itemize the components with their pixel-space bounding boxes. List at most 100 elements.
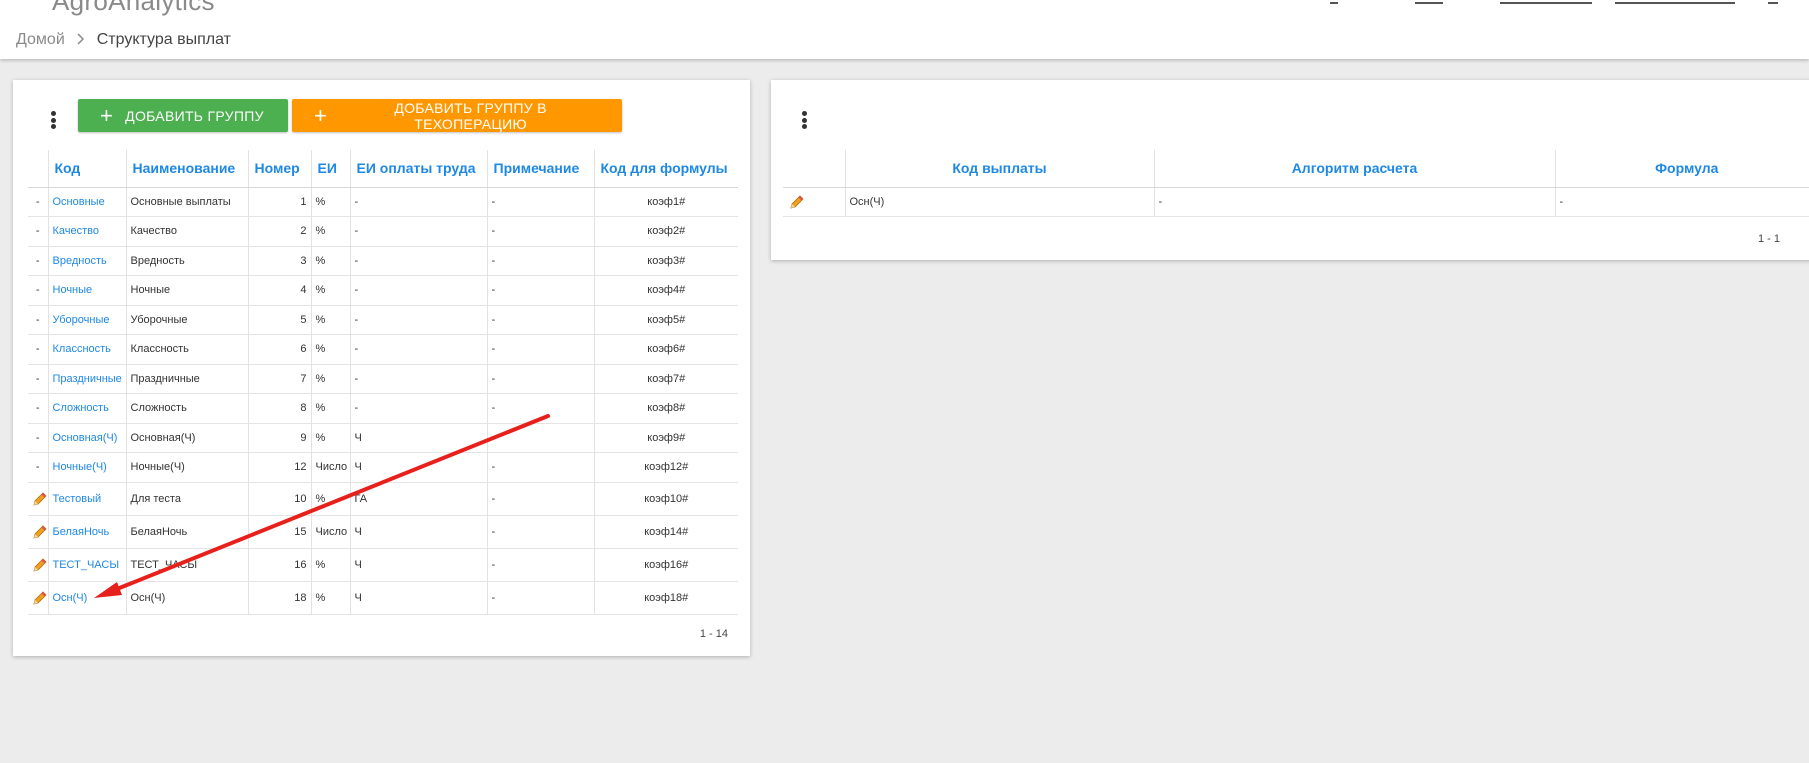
formula-code-cell: коэф2# (593, 216, 738, 247)
formula-code-cell: коэф4# (593, 275, 738, 306)
unit-cell: % (310, 364, 350, 394)
code-cell: Праздничные (47, 364, 126, 394)
note-cell: - (486, 246, 594, 276)
code-link[interactable]: Праздничные (53, 373, 122, 385)
table-row[interactable]: - Ночные Ночные 4% - - коэф4# (28, 275, 738, 306)
code-link[interactable]: Классность (53, 343, 111, 355)
table-row[interactable]: Тестовый Для теста 10% ГА - коэф10# (28, 482, 738, 516)
number-cell: 6 (247, 334, 311, 365)
name-cell: Для теста (125, 482, 248, 516)
name-cell: Основная(Ч) (125, 423, 248, 453)
column-header-formula[interactable]: Формула (1554, 150, 1809, 188)
table-row[interactable]: - Основные Основные выплаты 1% - - коэф1# (28, 187, 738, 217)
table-row[interactable]: - Основная(Ч) Основная(Ч) 9% Ч - коэф9# (28, 423, 738, 453)
cropped-icon (1415, 0, 1443, 4)
table-row[interactable]: - Вредность Вредность 3% - - коэф3# (28, 246, 738, 276)
code-link[interactable]: БелаяНочь (53, 526, 110, 538)
code-link[interactable]: Ночные (53, 284, 93, 296)
column-header-pay-unit[interactable]: ЕИ оплаты труда (349, 150, 487, 188)
pay-unit-cell: - (349, 216, 487, 247)
code-link[interactable]: Основная(Ч) (53, 432, 118, 444)
column-header-note[interactable]: Примечание (486, 150, 594, 188)
column-header-unit[interactable]: ЕИ (310, 150, 350, 188)
breadcrumb-home[interactable]: Домой (16, 31, 65, 49)
code-cell: Ночные (47, 275, 126, 306)
column-header-formula-code[interactable]: Код для формулы (593, 150, 738, 188)
pencil-icon[interactable] (789, 194, 805, 210)
pay-unit-cell: - (349, 305, 487, 335)
table-row[interactable]: БелаяНочь БелаяНочь 15 Число Ч - коэф14# (28, 515, 738, 549)
note-cell: - (486, 216, 594, 247)
table-row[interactable]: ТЕСТ_ЧАСЫ ТЕСТ_ЧАСЫ 16% Ч - коэф16# (28, 548, 738, 582)
table-row[interactable]: - Качество Качество 2% - - коэф2# (28, 216, 738, 247)
note-cell: - (486, 364, 594, 394)
unit-cell: % (310, 393, 350, 424)
code-link[interactable]: Качество (53, 225, 100, 237)
plus-icon: + (100, 102, 114, 128)
code-cell: Классность (47, 334, 126, 365)
unit-cell: Число (310, 452, 350, 483)
column-header-number[interactable]: Номер (247, 150, 311, 188)
column-header-action (28, 150, 48, 188)
pencil-icon[interactable] (32, 590, 48, 606)
table-row[interactable]: - Классность Классность 6% - - коэф6# (28, 334, 738, 365)
unit-cell: % (310, 548, 350, 582)
column-header-algorithm[interactable]: Алгоритм расчета (1153, 150, 1555, 188)
name-cell: Вредность (125, 246, 248, 276)
payment-codes-panel: Код выплаты Алгоритм расчета Формула Осн… (771, 80, 1809, 260)
code-link[interactable]: Сложность (53, 402, 109, 414)
add-group-button[interactable]: + ДОБАВИТЬ ГРУППУ (78, 99, 288, 132)
cropped-icon (1768, 0, 1778, 4)
code-link[interactable]: Осн(Ч) (53, 592, 88, 604)
row-action-cell (28, 482, 48, 516)
name-cell: Ночные (125, 275, 248, 306)
pencil-icon[interactable] (32, 491, 48, 507)
formula-code-cell: коэф12# (593, 452, 738, 483)
pay-unit-cell: Ч (349, 581, 487, 615)
name-cell: БелаяНочь (125, 515, 248, 549)
name-cell: Уборочные (125, 305, 248, 335)
pay-unit-cell: - (349, 187, 487, 217)
add-group-to-operation-button[interactable]: + ДОБАВИТЬ ГРУППУ В ТЕХОПЕРАЦИЮ (292, 99, 622, 132)
cropped-icon (1330, 0, 1338, 4)
number-cell: 10 (247, 482, 311, 516)
table-row[interactable]: - Сложность Сложность 8% - - коэф8# (28, 393, 738, 424)
column-header-payment-code[interactable]: Код выплаты (844, 150, 1154, 188)
column-header-name[interactable]: Наименование (125, 150, 248, 188)
table-header-row: Код выплаты Алгоритм расчета Формула (783, 150, 1809, 188)
pay-unit-cell: - (349, 364, 487, 394)
table-row[interactable]: - Уборочные Уборочные 5% - - коэф5# (28, 305, 738, 335)
table-row[interactable]: Осн(Ч) Осн(Ч) 18% Ч - коэф18# (28, 581, 738, 615)
row-action-cell (28, 515, 48, 549)
code-link[interactable]: Основные (53, 196, 105, 208)
number-cell: 12 (247, 452, 311, 483)
unit-cell: % (310, 423, 350, 453)
unit-cell: % (310, 216, 350, 247)
column-header-code[interactable]: Код (47, 150, 126, 188)
pay-unit-cell: Ч (349, 515, 487, 549)
code-link[interactable]: Ночные(Ч) (53, 461, 107, 473)
unit-cell: % (310, 334, 350, 365)
code-link[interactable]: Уборочные (53, 314, 110, 326)
number-cell: 4 (247, 275, 311, 306)
payment-code-cell: Осн(Ч) (844, 187, 1154, 217)
number-cell: 16 (247, 548, 311, 582)
table-row[interactable]: - Праздничные Праздничные 7% - - коэф7# (28, 364, 738, 394)
pencil-icon[interactable] (32, 524, 48, 540)
row-action-cell (28, 581, 48, 615)
kebab-menu-icon[interactable] (45, 108, 61, 132)
kebab-menu-icon[interactable] (796, 108, 812, 132)
note-cell: - (486, 515, 594, 549)
plus-icon: + (314, 102, 328, 128)
table-row[interactable]: - Ночные(Ч) Ночные(Ч) 12 Число Ч - коэф12# (28, 452, 738, 483)
unit-cell: % (310, 581, 350, 615)
algorithm-cell: - (1153, 187, 1555, 217)
row-action-cell: - (28, 393, 48, 424)
code-link[interactable]: ТЕСТ_ЧАСЫ (53, 559, 120, 571)
pencil-icon[interactable] (32, 557, 48, 573)
number-cell: 2 (247, 216, 311, 247)
code-link[interactable]: Тестовый (53, 493, 102, 505)
note-cell: - (486, 548, 594, 582)
code-link[interactable]: Вредность (53, 255, 107, 267)
table-row[interactable]: Осн(Ч) - - (783, 187, 1809, 217)
